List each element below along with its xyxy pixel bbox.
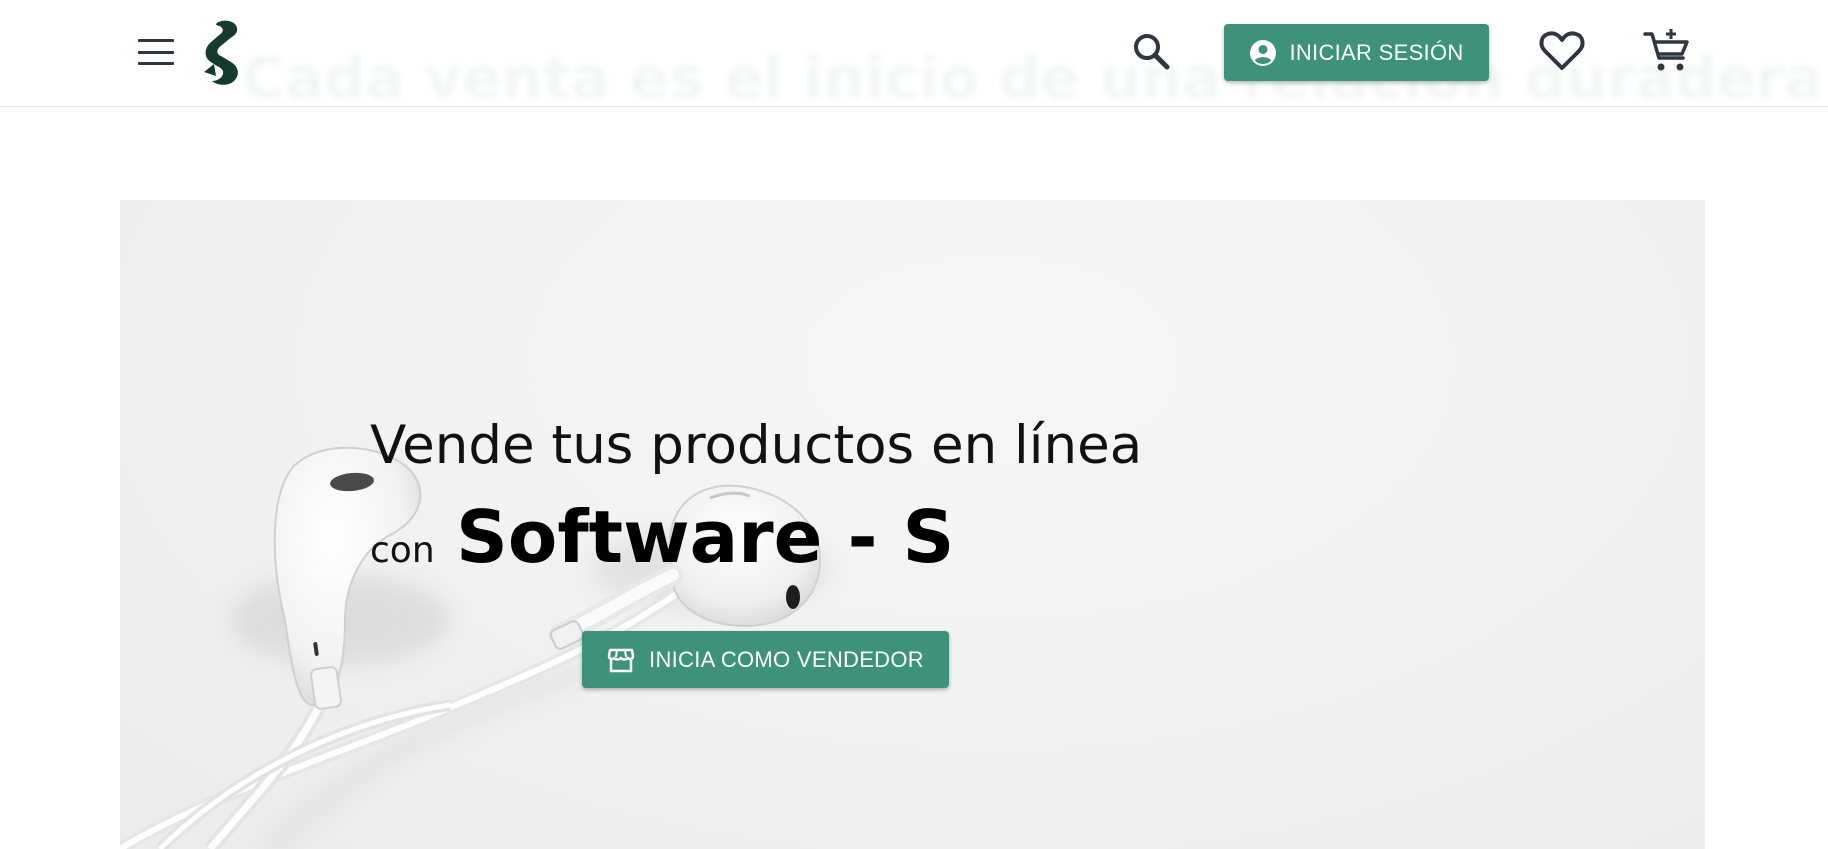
logo-icon[interactable] — [200, 18, 248, 86]
page: Cada venta es el inicio de una relación … — [0, 0, 1828, 849]
search-icon[interactable] — [1128, 28, 1174, 74]
header-tagline: Cada venta es el inicio de una relación … — [242, 44, 1824, 112]
storefront-icon — [607, 648, 635, 672]
hero-banner: Vende tus productos en línea con Softwar… — [120, 200, 1705, 849]
start-as-seller-label: INICIA COMO VENDEDOR — [649, 646, 924, 672]
start-as-seller-button[interactable]: INICIA COMO VENDEDOR — [582, 631, 949, 688]
hero-title: Vende tus productos en línea — [370, 415, 1143, 476]
top-app-bar: Cada venta es el inicio de una relación … — [0, 0, 1828, 112]
heart-outline-icon[interactable] — [1538, 28, 1586, 74]
login-button-label: INICIAR SESIÓN — [1289, 39, 1464, 65]
cart-plus-icon[interactable] — [1642, 28, 1692, 74]
login-button[interactable]: INICIAR SESIÓN — [1224, 24, 1489, 81]
menu-icon[interactable] — [134, 36, 178, 68]
account-circle-icon — [1250, 39, 1277, 66]
hero-brand-name: Software - S — [456, 495, 955, 579]
hero-connector-text: con — [370, 530, 435, 571]
